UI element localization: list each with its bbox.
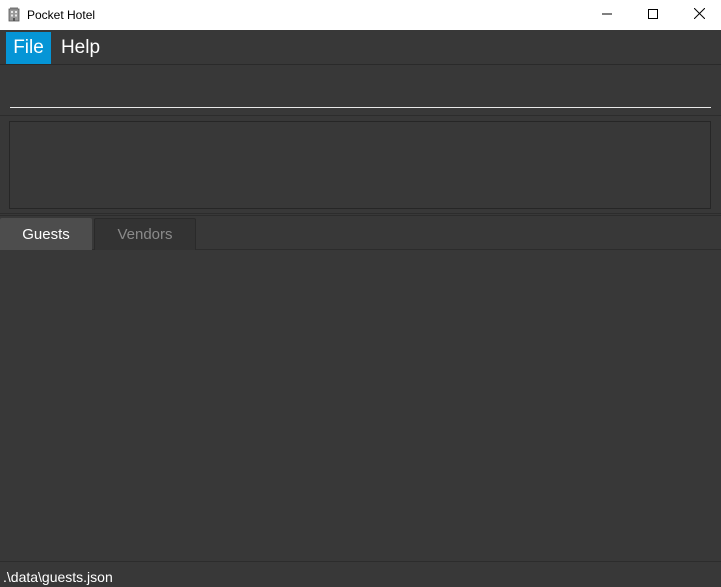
save-location-path: .\data\guests.json <box>3 569 113 585</box>
window-title: Pocket Hotel <box>27 8 96 22</box>
tab-bar: Guests Vendors <box>0 215 721 250</box>
menu-help[interactable]: Help <box>52 32 109 64</box>
minimize-button[interactable] <box>584 0 630 30</box>
command-box <box>0 66 721 116</box>
status-bar: .\data\guests.json <box>0 561 721 587</box>
command-input[interactable] <box>10 74 711 108</box>
result-display[interactable] <box>9 121 711 209</box>
tab-vendors[interactable]: Vendors <box>94 218 196 250</box>
guest-list-panel[interactable] <box>0 251 721 561</box>
menu-bar: File Help <box>0 30 721 65</box>
tab-guests[interactable]: Guests <box>0 218 92 250</box>
menu-file[interactable]: File <box>6 32 51 64</box>
close-button[interactable] <box>676 0 721 30</box>
hotel-building-icon <box>8 7 20 22</box>
maximize-button[interactable] <box>630 0 676 30</box>
minimize-icon <box>602 6 612 24</box>
title-bar[interactable]: Pocket Hotel <box>0 0 721 30</box>
close-icon <box>693 6 705 24</box>
result-display-container <box>0 117 721 214</box>
maximize-icon <box>648 6 658 24</box>
